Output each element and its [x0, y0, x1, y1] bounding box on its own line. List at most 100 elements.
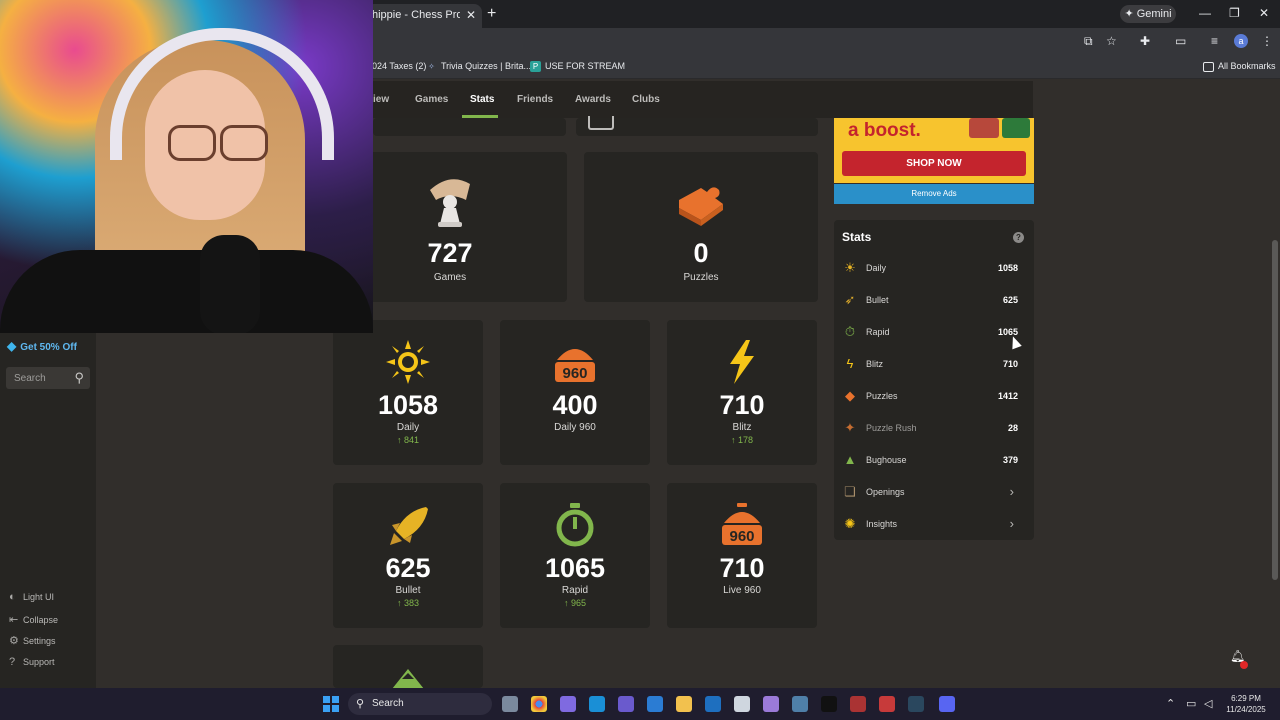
close-icon[interactable]: ✕: [466, 8, 476, 22]
bookmark-item[interactable]: P USE FOR STREAM: [530, 61, 626, 73]
avatar[interactable]: a: [1234, 34, 1248, 48]
puzzles-count: 0: [693, 238, 709, 268]
search-input[interactable]: Search ⚲: [6, 367, 90, 389]
lightbulb-icon: ✺: [844, 516, 856, 531]
tab-awards[interactable]: Awards: [575, 94, 611, 105]
help-icon[interactable]: ?: [1013, 232, 1024, 243]
chevron-up-icon[interactable]: ⌃: [1166, 697, 1175, 710]
game-icon[interactable]: [850, 696, 866, 712]
new-tab-button[interactable]: +: [487, 5, 496, 23]
tab-games[interactable]: Games: [415, 94, 448, 105]
volume-icon[interactable]: ◁: [1204, 697, 1212, 710]
all-bookmarks-label: All Bookmarks: [1218, 61, 1276, 71]
side-link-label: Settings: [23, 636, 56, 646]
rating-card-bullet[interactable]: 625 Bullet ↑ 383: [333, 483, 483, 628]
window-close-icon[interactable]: ✕: [1259, 6, 1269, 20]
stat-row-daily[interactable]: ☀ Daily 1058: [834, 252, 1034, 284]
stat-row-puzzles[interactable]: ◆ Puzzles 1412: [834, 380, 1034, 412]
microphone: [200, 235, 260, 333]
remove-ads-button[interactable]: Remove Ads: [834, 184, 1034, 204]
promo-link[interactable]: ◆ Get 50% Off: [7, 339, 77, 353]
windows-start-button[interactable]: [323, 696, 339, 712]
search-placeholder: Search: [14, 373, 46, 384]
settings-link[interactable]: ⚙ Settings: [9, 634, 56, 647]
app-icon[interactable]: [792, 696, 808, 712]
restore-icon[interactable]: ❐: [1229, 6, 1240, 20]
stat-name: Bullet: [866, 295, 889, 305]
install-icon[interactable]: ⧉: [1084, 34, 1093, 49]
browser-tab[interactable]: hippie - Chess Profile - C ✕: [366, 4, 482, 28]
gemini-button[interactable]: ✦ Gemini: [1120, 5, 1176, 23]
rating-value: 710: [719, 390, 765, 420]
chrome-icon[interactable]: [531, 696, 547, 712]
minimize-icon[interactable]: —: [1199, 6, 1211, 20]
rating-delta-value: 178: [737, 435, 754, 445]
rating-card-bughouse[interactable]: [333, 645, 483, 689]
game-icon[interactable]: [879, 696, 895, 712]
stat-row-insights[interactable]: ✺ Insights ›: [834, 508, 1034, 540]
advertisement[interactable]: a boost. SHOP NOW: [834, 118, 1034, 183]
rating-card-rapid[interactable]: 1065 Rapid ↑ 965: [500, 483, 650, 628]
windows-taskbar: ⚲ Search ⌃ ▭ ◁ 6:29 PM 11/24/2025: [0, 688, 1280, 720]
rating-card-daily960[interactable]: 960 400 Daily 960: [500, 320, 650, 465]
monitor-icon[interactable]: ▭: [1186, 697, 1196, 710]
menu-icon[interactable]: ⋮: [1261, 34, 1273, 48]
rating-value: 1058: [377, 390, 439, 420]
outlook-icon[interactable]: [705, 696, 721, 712]
search-icon[interactable]: ⚲: [74, 370, 84, 386]
taskbar-search-label: Search: [372, 698, 404, 709]
stat-row-puzzle-rush[interactable]: ✦ Puzzle Rush 28: [834, 412, 1034, 444]
chevron-right-icon: ›: [1009, 484, 1014, 499]
rating-card-live960[interactable]: 960 710 Live 960: [667, 483, 817, 628]
light-ui-link[interactable]: ◐ Light UI: [9, 591, 54, 603]
tab-stats[interactable]: Stats: [470, 94, 494, 105]
stat-name: Openings: [866, 487, 905, 497]
rating-value: 400: [552, 390, 598, 420]
stat-row-bullet[interactable]: ➶ Bullet 625: [834, 284, 1034, 316]
tab-overview[interactable]: iew: [373, 94, 389, 105]
rating-label: Daily: [396, 422, 420, 433]
photos-icon[interactable]: [647, 696, 663, 712]
capcut-icon[interactable]: [821, 696, 837, 712]
tab-clubs[interactable]: Clubs: [632, 94, 660, 105]
all-bookmarks[interactable]: All Bookmarks: [1203, 61, 1276, 72]
stat-row-openings[interactable]: ❏ Openings ›: [834, 476, 1034, 508]
start-tile: [323, 705, 330, 712]
store-icon[interactable]: [734, 696, 750, 712]
contrast-icon: ◐: [9, 591, 16, 603]
stat-row-blitz[interactable]: ϟ Blitz 710: [834, 348, 1034, 380]
collapse-link[interactable]: ⇤ Collapse: [9, 613, 58, 626]
puzzles-card[interactable]: 0 Puzzles: [584, 152, 818, 302]
discord-icon[interactable]: [939, 696, 955, 712]
sidepanel-icon[interactable]: ▭: [1175, 34, 1186, 48]
profile-nav: iew Games Stats Friends Awards Clubs: [373, 81, 1033, 118]
bookmark-item[interactable]: 024 Taxes (2): [372, 61, 426, 71]
extensions-icon[interactable]: ✚: [1140, 34, 1150, 48]
stat-row-rapid[interactable]: ⏱ Rapid 1065: [834, 316, 1034, 348]
tab-friends[interactable]: Friends: [517, 94, 553, 105]
side-link-label: Support: [23, 657, 55, 667]
bookmark-item[interactable]: ✧ Trivia Quizzes | Brita...: [426, 61, 531, 72]
rating-delta-value: 841: [403, 435, 420, 445]
bookmark-label: USE FOR STREAM: [545, 61, 626, 71]
teams-icon[interactable]: [618, 696, 634, 712]
side-link-label: Light UI: [23, 592, 55, 602]
media-icon[interactable]: ≡: [1211, 34, 1218, 48]
app-icon[interactable]: [763, 696, 779, 712]
support-link[interactable]: ? Support: [9, 656, 55, 668]
scrollbar-thumb[interactable]: [1272, 240, 1278, 580]
steam-icon[interactable]: [908, 696, 924, 712]
copilot-icon[interactable]: [560, 696, 576, 712]
stat-name: Bughouse: [866, 455, 907, 465]
star-icon[interactable]: ☆: [1106, 34, 1117, 48]
system-clock[interactable]: 6:29 PM 11/24/2025: [1224, 693, 1268, 715]
file-explorer-icon[interactable]: [676, 696, 692, 712]
rating-card-daily[interactable]: 1058 Daily ↑ 841: [333, 320, 483, 465]
shop-now-button[interactable]: SHOP NOW: [842, 151, 1026, 176]
edge-icon[interactable]: [589, 696, 605, 712]
sun-icon: ☀: [844, 260, 856, 275]
task-view-icon[interactable]: [502, 696, 518, 712]
rating-card-blitz[interactable]: 710 Blitz ↑ 178: [667, 320, 817, 465]
taskbar-search[interactable]: ⚲ Search: [348, 693, 492, 715]
stat-row-bughouse[interactable]: ▲ Bughouse 379: [834, 444, 1034, 476]
